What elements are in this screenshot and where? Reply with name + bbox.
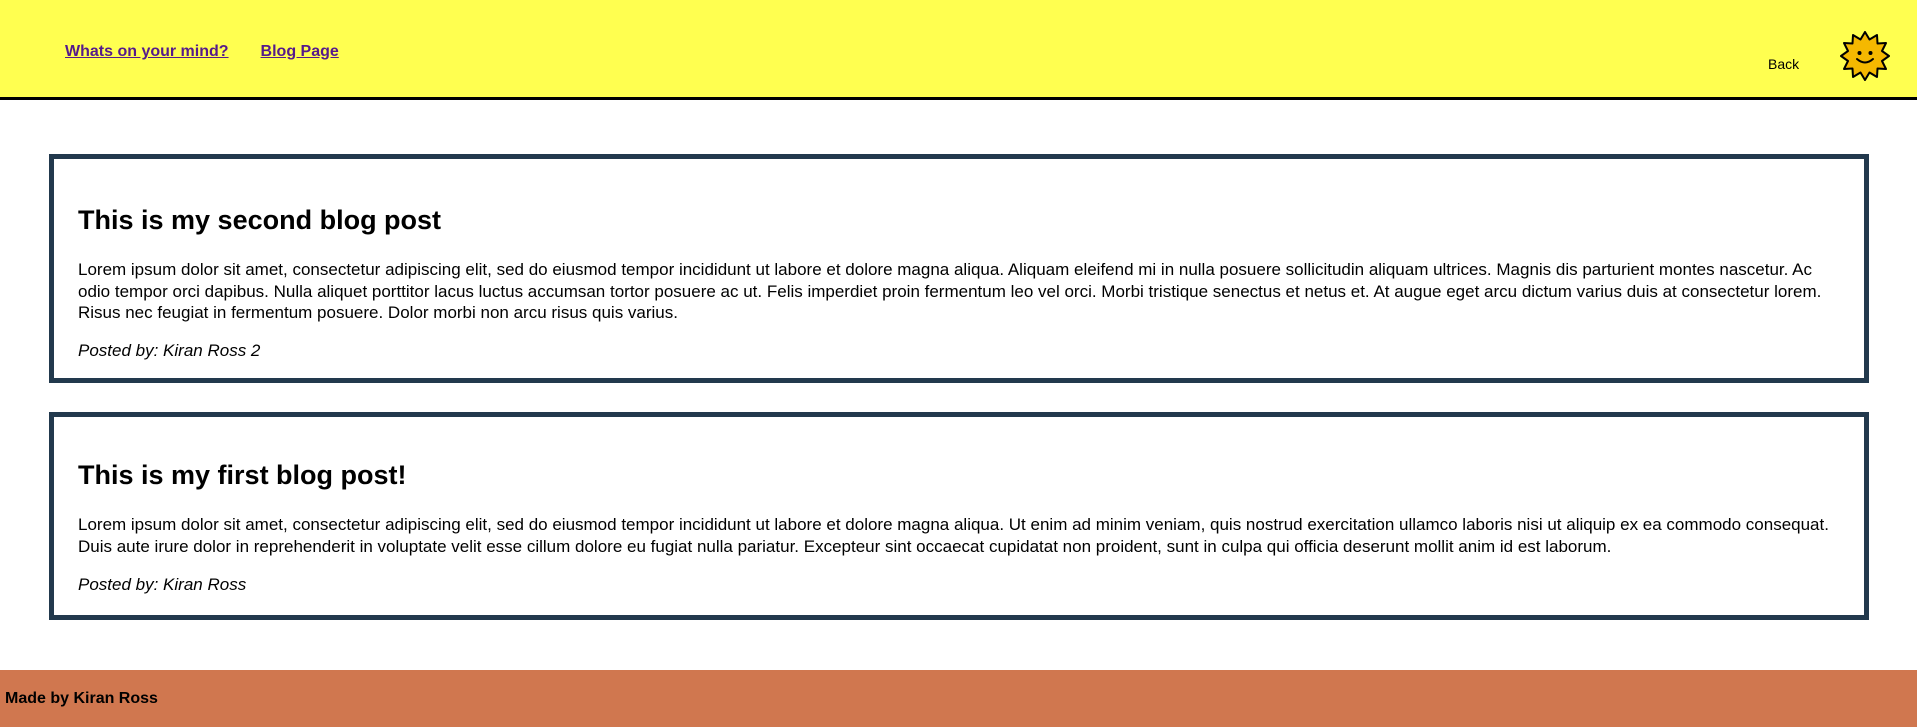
post-author: Posted by: Kiran Ross 2 bbox=[78, 341, 261, 360]
blog-post: This is my first blog post! Lorem ipsum … bbox=[49, 412, 1869, 620]
post-title: This is my first blog post! bbox=[78, 460, 407, 490]
post-author: Posted by: Kiran Ross bbox=[78, 575, 247, 594]
post-body: Lorem ipsum dolor sit amet, consectetur … bbox=[78, 515, 1829, 556]
footer-text: Made by Kiran Ross bbox=[5, 690, 158, 707]
main-nav: Whats on your mind? Blog Page bbox=[65, 43, 339, 61]
site-header: Whats on your mind? Blog Page Back bbox=[0, 0, 1917, 100]
nav-link-whats-on-your-mind[interactable]: Whats on your mind? bbox=[65, 43, 229, 61]
site-footer: Made by Kiran Ross bbox=[0, 670, 1917, 727]
nav-link-blog-page[interactable]: Blog Page bbox=[261, 43, 339, 61]
blog-post: This is my second blog post Lorem ipsum … bbox=[49, 154, 1869, 383]
back-button[interactable]: Back bbox=[1768, 56, 1799, 72]
post-body: Lorem ipsum dolor sit amet, consectetur … bbox=[78, 260, 1822, 322]
sun-icon[interactable] bbox=[1840, 31, 1890, 81]
post-title: This is my second blog post bbox=[78, 205, 442, 235]
